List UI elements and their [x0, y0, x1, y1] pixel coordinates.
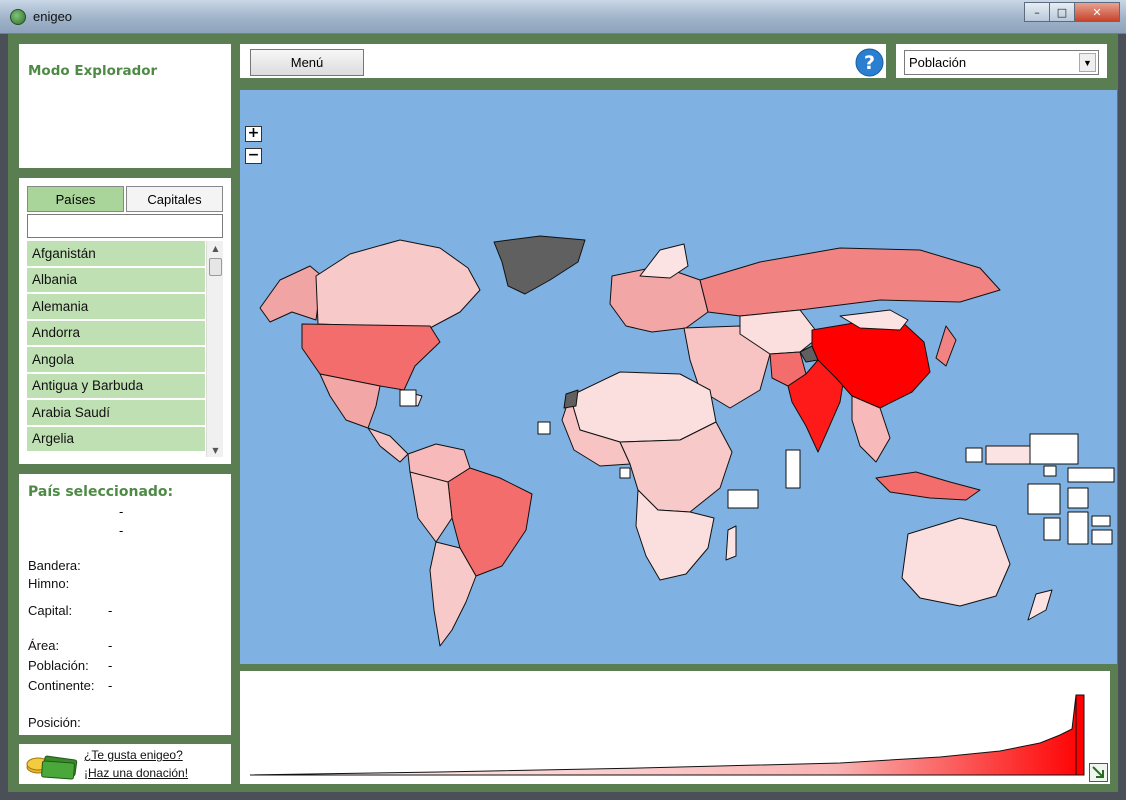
country-list: Afganistán Albania Alemania Andorra Ango… — [27, 241, 205, 457]
map-country-canada[interactable] — [315, 239, 481, 329]
map-inset-box[interactable] — [1067, 511, 1089, 545]
donate-link-donate[interactable]: ¡Haz una donación! — [84, 766, 188, 780]
world-map[interactable]: + − — [240, 90, 1117, 664]
anthem-label: Himno: — [28, 576, 70, 591]
minimize-button[interactable]: – — [1024, 2, 1050, 22]
flag-label: Bandera: — [28, 558, 81, 573]
map-country-alaska[interactable] — [259, 265, 323, 323]
donate-link-like[interactable]: ¿Te gusta enigeo? — [84, 748, 183, 762]
svg-text:?: ? — [864, 52, 875, 74]
country-search-input[interactable] — [27, 214, 223, 238]
map-country-madagascar[interactable] — [725, 525, 737, 561]
list-item[interactable]: Albania — [27, 267, 205, 292]
toolbar: Menú ? — [240, 44, 886, 78]
map-country-japan[interactable] — [935, 325, 957, 367]
position-label: Posición: — [28, 715, 81, 730]
selected-country-subtitle: - — [119, 523, 124, 538]
capital-value: - — [108, 603, 113, 618]
country-list-panel: Países Capitales Afganistán Albania Alem… — [19, 178, 231, 464]
map-country-greenland[interactable] — [493, 235, 586, 295]
selected-country-name: - — [119, 504, 124, 519]
title-bar: enigeo – □ ✕ — [0, 0, 1126, 34]
distribution-area — [249, 694, 1085, 776]
close-button[interactable]: ✕ — [1074, 2, 1120, 22]
capital-label: Capital: — [28, 603, 73, 618]
map-country-western-sahara[interactable] — [563, 389, 579, 409]
map-inset-box[interactable] — [1043, 517, 1061, 541]
map-inset-box[interactable] — [1067, 487, 1089, 509]
selected-country-panel: País seleccionado: - - Bandera: Himno: C… — [19, 474, 231, 735]
distribution-chart — [249, 694, 1085, 776]
list-item[interactable]: Angola — [27, 347, 205, 372]
map-country-north-africa[interactable] — [569, 371, 717, 443]
selected-country-title: País seleccionado: — [28, 484, 174, 500]
map-inset-box[interactable] — [785, 449, 801, 489]
list-item[interactable]: Argelia — [27, 426, 205, 451]
app-icon — [10, 9, 26, 25]
map-inset-box[interactable] — [537, 421, 551, 435]
tab-capitales[interactable]: Capitales — [126, 186, 223, 212]
list-item[interactable]: Alemania — [27, 294, 205, 319]
map-country-central-america[interactable] — [367, 427, 409, 463]
map-inset-box[interactable] — [1067, 467, 1115, 483]
mode-panel: Modo Explorador — [19, 44, 231, 168]
list-item[interactable]: Antigua y Barbuda — [27, 373, 205, 398]
map-country-russia[interactable] — [699, 247, 1001, 317]
expand-arrow-icon[interactable] — [1089, 763, 1108, 782]
chevron-down-icon[interactable]: ▼ — [1079, 53, 1096, 72]
map-inset-box[interactable] — [399, 389, 417, 407]
menu-button[interactable]: Menú — [250, 49, 364, 76]
list-scrollbar[interactable]: ▲ ▼ — [206, 241, 223, 457]
scroll-up-icon[interactable]: ▲ — [207, 241, 224, 255]
list-item[interactable]: Arabia Saudí — [27, 400, 205, 425]
donate-panel: ¿Te gusta enigeo? ¡Haz una donación! — [19, 744, 231, 784]
distribution-chart-panel — [240, 671, 1110, 784]
world-map-svg[interactable] — [240, 90, 1117, 664]
mode-title: Modo Explorador — [28, 63, 158, 79]
map-country-indonesia[interactable] — [875, 471, 981, 501]
window-title: enigeo — [33, 9, 73, 24]
window-controls: – □ ✕ — [1024, 2, 1120, 22]
map-inset-box[interactable] — [1091, 529, 1113, 545]
map-inset-box[interactable] — [1043, 465, 1057, 477]
area-value: - — [108, 638, 113, 653]
list-item[interactable]: Afganistán — [27, 241, 205, 266]
app-client-area: Modo Explorador Países Capitales Afganis… — [8, 34, 1118, 792]
population-label: Población: — [28, 658, 89, 673]
list-tabs: Países Capitales — [27, 186, 223, 212]
map-inset-box[interactable] — [619, 467, 631, 479]
money-icon — [26, 755, 78, 780]
indicator-select[interactable]: Población ▼ — [904, 50, 1099, 75]
scroll-down-icon[interactable]: ▼ — [207, 443, 224, 457]
map-inset-box[interactable] — [1091, 515, 1111, 527]
map-inset-box[interactable] — [727, 489, 759, 509]
map-inset-box[interactable] — [965, 447, 983, 463]
continent-label: Continente: — [28, 678, 95, 693]
population-value: - — [108, 658, 113, 673]
distribution-top-bar — [1075, 694, 1085, 776]
list-item[interactable]: Andorra — [27, 320, 205, 345]
question-circle-icon[interactable]: ? — [855, 48, 884, 77]
map-country-peru[interactable] — [409, 471, 453, 543]
maximize-button[interactable]: □ — [1049, 2, 1075, 22]
tab-paises[interactable]: Países — [27, 186, 124, 212]
map-country-australia[interactable] — [901, 517, 1011, 607]
map-country-new-zealand[interactable] — [1027, 589, 1053, 621]
map-inset-box[interactable] — [1029, 433, 1079, 465]
indicator-panel: Población ▼ — [896, 44, 1107, 78]
scroll-thumb[interactable] — [209, 258, 222, 276]
continent-value: - — [108, 678, 113, 693]
indicator-select-value: Población — [909, 55, 967, 70]
area-label: Área: — [28, 638, 60, 653]
map-inset-box[interactable] — [1027, 483, 1061, 515]
